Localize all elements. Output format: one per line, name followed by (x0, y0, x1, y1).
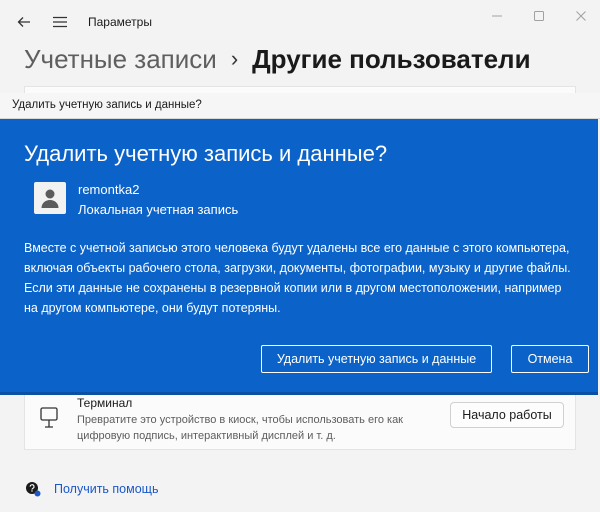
terminal-card: Терминал Превратите это устройство в кио… (24, 392, 576, 450)
breadcrumb-separator: › (230, 46, 239, 71)
user-icon (41, 189, 59, 208)
delete-account-dialog: Удалить учетную запись и данные? remontk… (0, 119, 598, 395)
minimize-icon (492, 15, 502, 17)
start-kiosk-button[interactable]: Начало работы (450, 402, 564, 428)
breadcrumb: Учетные записи › Другие пользователи (24, 44, 531, 74)
terminal-description: Превратите это устройство в киоск, чтобы… (77, 414, 403, 442)
cancel-button[interactable]: Отмена (511, 345, 589, 373)
menu-button[interactable] (48, 10, 72, 34)
page-title: Другие пользователи (252, 43, 531, 74)
kiosk-icon (40, 407, 58, 428)
help-icon (26, 482, 41, 497)
account-type: Локальная учетная запись (78, 202, 239, 217)
hamburger-icon (53, 16, 67, 28)
account-name: remontka2 (78, 182, 140, 197)
dialog-heading: Удалить учетную запись и данные? (24, 141, 388, 166)
breadcrumb-parent[interactable]: Учетные записи (24, 44, 217, 75)
delete-account-button[interactable]: Удалить учетную запись и данные (261, 345, 492, 373)
maximize-icon (534, 11, 544, 21)
dialog-message: Вместе с учетной записью этого человека … (24, 241, 571, 315)
dialog-window-title: Удалить учетную запись и данные? (12, 99, 202, 111)
terminal-title: Терминал (77, 396, 133, 410)
arrow-left-icon (17, 17, 30, 27)
dialog-title-bar: Удалить учетную запись и данные? (0, 93, 600, 119)
close-button[interactable] (566, 6, 596, 26)
window-title: Параметры (88, 15, 152, 29)
back-button[interactable] (12, 10, 36, 34)
title-bar: Параметры (0, 0, 600, 44)
minimize-button[interactable] (482, 6, 512, 26)
help-link[interactable]: Получить помощь (24, 480, 158, 498)
close-icon (576, 11, 586, 21)
avatar (34, 182, 66, 214)
maximize-button[interactable] (524, 6, 554, 26)
help-link-label[interactable]: Получить помощь (54, 482, 158, 496)
